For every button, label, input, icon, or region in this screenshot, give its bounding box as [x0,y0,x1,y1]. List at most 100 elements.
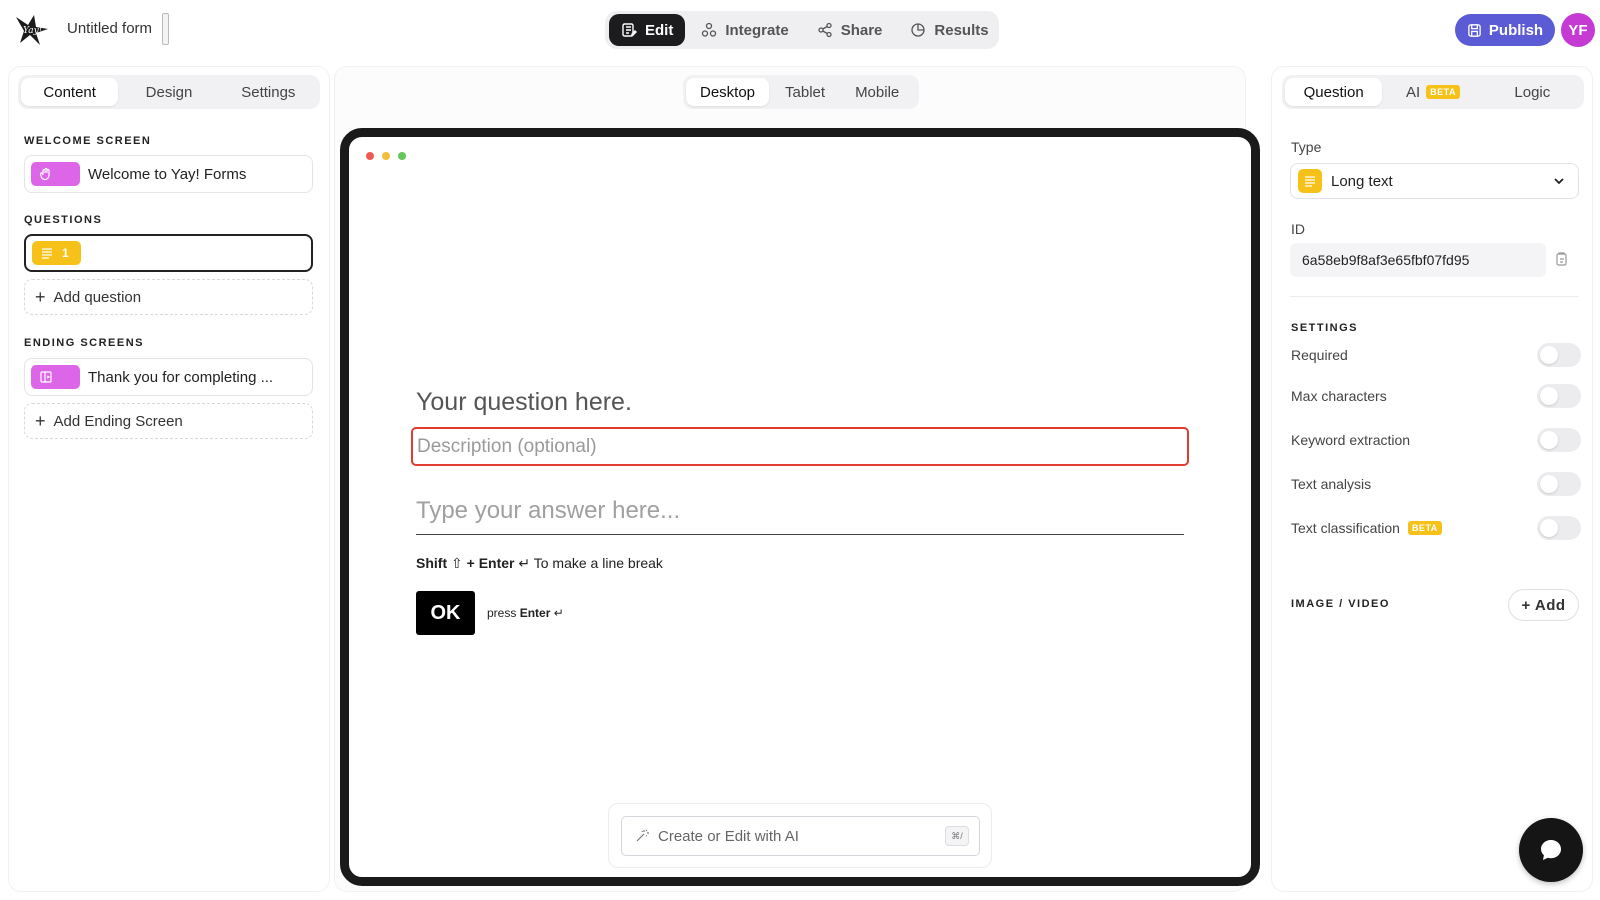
avatar[interactable]: YF [1561,13,1595,47]
ai-assistant-box: Create or Edit with AI ⌘/ [608,803,992,868]
questions-heading: QUESTIONS [24,214,103,226]
form-title[interactable]: Untitled form [67,20,152,37]
device-desktop[interactable]: Desktop [686,78,770,106]
title-edit-caret [162,13,169,45]
shift-key-label: Shift [416,555,448,571]
window-dot-yellow [382,152,390,160]
enter-key-label: + Enter [466,555,515,571]
tab-results-label: Results [934,21,989,39]
beta-badge: BETA [1407,521,1442,535]
welcome-chip [31,162,80,186]
setting-keyword-extraction-label: Keyword extraction [1291,432,1411,448]
setting-text-classification-label-wrap: Text classification BETA [1291,520,1442,536]
setting-max-characters-label: Max characters [1291,388,1387,404]
max-characters-toggle[interactable] [1537,384,1581,408]
long-text-icon [42,248,52,259]
question-chip: 1 [32,241,81,265]
publish-button[interactable]: Publish [1455,14,1555,46]
setting-required-label: Required [1291,347,1348,363]
question-type-select[interactable]: Long text [1290,163,1579,199]
return-icon: ↵ [518,555,531,571]
question-title-input[interactable]: Your question here. [416,388,632,417]
edit-icon [622,23,637,37]
tab-settings[interactable]: Settings [220,78,317,106]
add-question-button[interactable]: + Add question [24,279,313,315]
description-input[interactable]: Description (optional) [411,427,1189,466]
description-placeholder: Description (optional) [417,435,597,457]
type-label: Type [1291,139,1322,155]
required-toggle[interactable] [1537,343,1581,367]
setting-text-classification-label: Text classification [1291,520,1400,536]
settings-heading: SETTINGS [1291,322,1359,334]
tab-edit[interactable]: Edit [609,14,686,46]
ending-screen-item[interactable]: Thank you for completing ... [24,358,313,396]
keyword-extraction-toggle[interactable] [1537,428,1581,452]
ending-item-text: Thank you for completing ... [88,368,274,386]
left-tabs: Content Design Settings [18,75,320,109]
tab-integrate[interactable]: Integrate [689,14,800,46]
exit-door-icon [40,371,52,383]
divider [1290,296,1579,297]
welcome-item-text: Welcome to Yay! Forms [88,165,247,183]
tab-design[interactable]: Design [120,78,217,106]
copy-icon[interactable] [1553,251,1569,267]
press-enter-key: Enter [519,606,551,620]
add-question-label: Add question [53,288,142,306]
ai-shortcut-key: ⌘/ [945,826,969,846]
add-ending-screen-button[interactable]: + Add Ending Screen [24,403,313,439]
long-text-type-chip [1298,169,1322,193]
welcome-screen-item[interactable]: Welcome to Yay! Forms [24,155,313,193]
press-enter-hint: press Enter ↵ [487,606,564,620]
ai-placeholder: Create or Edit with AI [658,827,799,845]
tab-share[interactable]: Share [805,14,895,46]
top-bar: Yay! Untitled form Edit Integrate Share … [0,0,1600,60]
tab-results[interactable]: Results [898,14,1000,46]
device-tablet[interactable]: Tablet [771,78,839,106]
device-tabs: Desktop Tablet Mobile [683,75,919,109]
right-tabs: Question AI BETA Logic [1282,75,1584,109]
publish-label: Publish [1488,21,1544,39]
ok-button[interactable]: OK [416,591,475,635]
chevron-down-icon [1554,178,1564,185]
ending-chip [31,365,80,389]
plus-icon: + [35,410,46,431]
hand-wave-icon [39,167,50,181]
setting-keyword-extraction: Keyword extraction [1291,428,1581,452]
yay-forms-logo[interactable]: Yay! [14,11,50,47]
add-media-button[interactable]: + Add [1508,589,1579,621]
left-panel: Content Design Settings WELCOME SCREEN W… [9,67,329,891]
tab-question[interactable]: Question [1285,78,1383,106]
text-classification-toggle[interactable] [1537,516,1581,540]
text-analysis-toggle[interactable] [1537,472,1581,496]
tab-ai[interactable]: AI BETA [1384,78,1481,106]
setting-text-analysis: Text analysis [1291,472,1581,496]
line-break-text: To make a line break [533,555,663,571]
line-break-hint: Shift ⇧ + Enter ↵ To make a line break [416,555,663,572]
ai-prompt-input[interactable]: Create or Edit with AI ⌘/ [621,816,980,856]
plus-icon: + [35,286,46,307]
tab-ai-label: AI [1405,83,1421,101]
integrate-icon [702,22,717,37]
type-value: Long text [1331,172,1393,190]
question-id-field[interactable]: 6a58eb9f8af3e65fbf07fd95 [1290,243,1546,277]
tab-content[interactable]: Content [21,78,119,106]
welcome-screen-heading: WELCOME SCREEN [24,135,152,147]
device-mobile[interactable]: Mobile [841,78,913,106]
answer-input[interactable]: Type your answer here... [416,497,1184,535]
tab-share-label: Share [840,21,883,39]
setting-text-classification: Text classification BETA [1291,516,1581,540]
chat-support-button[interactable] [1519,818,1583,882]
results-icon [911,23,926,37]
setting-required: Required [1291,343,1581,367]
ending-screens-heading: ENDING SCREENS [24,337,145,349]
magic-wand-icon [636,829,649,842]
add-ending-label: Add Ending Screen [53,412,183,430]
question-number: 1 [62,246,69,260]
shift-icon: ⇧ [451,555,463,571]
tab-logic[interactable]: Logic [1484,78,1581,106]
setting-text-analysis-label: Text analysis [1291,476,1372,492]
window-dot-green [398,152,406,160]
question-item[interactable]: 1 [24,234,313,272]
window-dots [366,152,406,160]
beta-badge: BETA [1426,85,1460,99]
